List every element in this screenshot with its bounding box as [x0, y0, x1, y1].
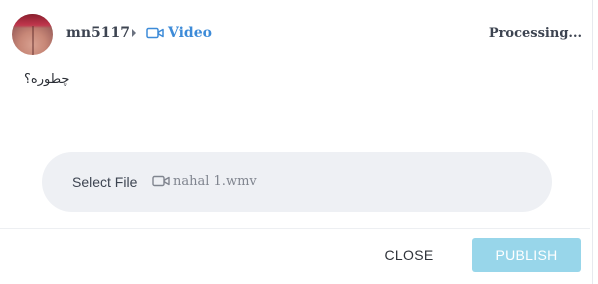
close-button[interactable]: CLOSE: [374, 238, 444, 272]
selected-file-name: nahal 1.wmv: [173, 174, 257, 189]
post-composer-card: mn5117 Video Processing... چطوره؟ Select…: [0, 0, 590, 284]
video-camera-icon: [152, 175, 170, 187]
caret-right-icon: [132, 29, 136, 37]
publish-button[interactable]: PUBLISH: [472, 238, 581, 272]
post-type-video-link[interactable]: Video: [146, 24, 212, 42]
post-body-text[interactable]: چطوره؟: [24, 70, 69, 90]
avatar-crease: [32, 26, 34, 55]
panel-edge-gap: [592, 70, 594, 110]
author-name[interactable]: mn5117: [66, 24, 130, 42]
status-text: Processing...: [488, 26, 582, 41]
post-type-label: Video: [168, 25, 212, 41]
footer-divider: [0, 228, 590, 229]
select-file-button[interactable]: Select File: [72, 173, 137, 191]
panel-edge: [592, 0, 593, 284]
post-header: mn5117 Video Processing...: [0, 0, 590, 68]
file-attachment-bar: Select File nahal 1.wmv: [42, 152, 552, 212]
video-camera-icon: [146, 27, 164, 39]
avatar[interactable]: [12, 14, 53, 55]
